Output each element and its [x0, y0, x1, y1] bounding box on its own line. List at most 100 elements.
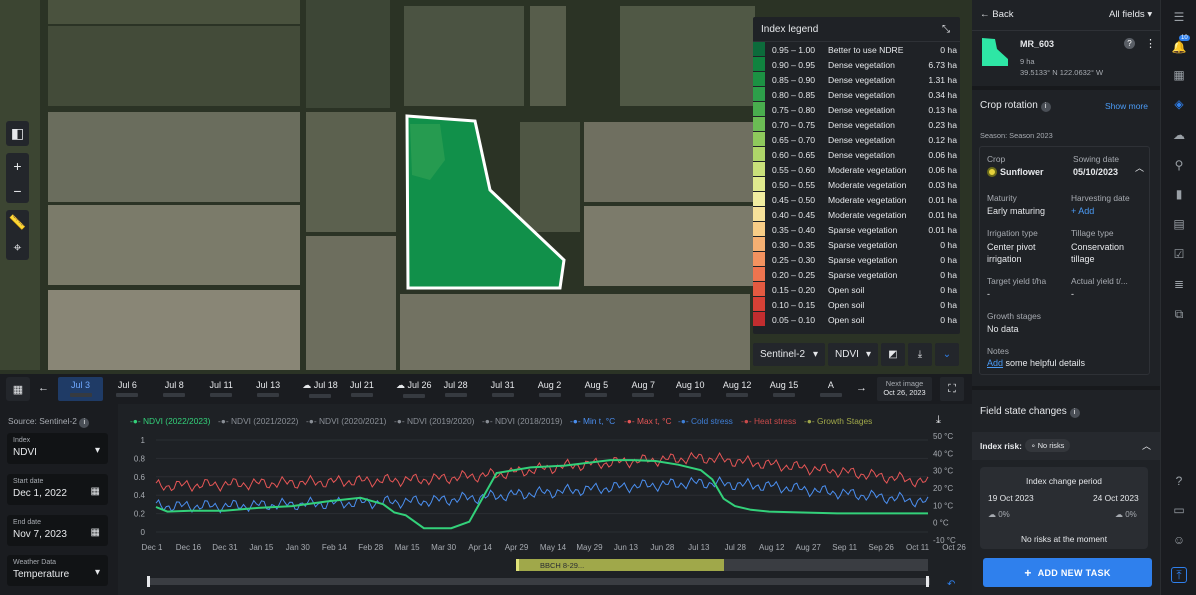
- index-risk-row[interactable]: Index risk: ∘ No risks ︿: [972, 432, 1160, 460]
- y-tick-label: 0.6: [134, 473, 146, 482]
- add-new-task-button[interactable]: + ADD NEW TASK: [983, 558, 1152, 587]
- legend-swatch: [753, 207, 765, 222]
- reset-icon[interactable]: ↶: [947, 579, 955, 590]
- timeline-date[interactable]: Aug 5: [574, 377, 619, 401]
- weather-data-field[interactable]: Weather Data Temperature ▾: [7, 555, 108, 586]
- timeline-date[interactable]: Jul 28: [433, 377, 478, 401]
- legend-row: 0.45 – 0.50 Moderate vegetation 0.01 ha: [753, 192, 960, 207]
- back-button[interactable]: ← Back: [980, 9, 1014, 20]
- timeline-date[interactable]: Jul 6: [105, 377, 150, 401]
- timeline-date[interactable]: Jul 8: [152, 377, 197, 401]
- split-view-icon[interactable]: ◧: [6, 121, 29, 146]
- legend-row: 0.95 – 1.00 Better to use NDRE 0 ha: [753, 42, 960, 57]
- legend-row: 0.55 – 0.60 Moderate vegetation 0.06 ha: [753, 162, 960, 177]
- add-harvest-date-link[interactable]: + Add: [1071, 206, 1094, 216]
- user-icon[interactable]: ☺: [1171, 533, 1187, 549]
- all-fields-dropdown[interactable]: All fields ▾: [1109, 9, 1152, 20]
- help-icon[interactable]: ?: [1124, 38, 1135, 49]
- layers-icon[interactable]: ◈: [1171, 97, 1187, 113]
- range-handle-right[interactable]: [926, 576, 929, 587]
- database-icon[interactable]: ≣: [1171, 277, 1187, 293]
- add-notes-link[interactable]: Add: [987, 358, 1003, 368]
- menu-icon[interactable]: ☰: [1171, 10, 1187, 26]
- download-icon[interactable]: ⤓: [908, 343, 932, 366]
- timeline-date[interactable]: Aug 15: [762, 377, 807, 401]
- index-select[interactable]: NDVI ▾: [828, 343, 878, 366]
- info-icon[interactable]: i: [1040, 102, 1051, 112]
- contrast-icon[interactable]: ◩: [881, 343, 905, 366]
- zoom-in-button[interactable]: +: [6, 153, 29, 178]
- timeline-date[interactable]: Jul 31: [480, 377, 525, 401]
- weather-icon[interactable]: ☁: [1171, 128, 1187, 144]
- x-tick-label: Feb 28: [358, 543, 383, 552]
- start-date-field[interactable]: Start date Dec 1, 2022 ▦: [7, 474, 108, 505]
- chart-settings-panel: Source: Sentinel-2 i Index NDVI ▾ Start da…: [0, 404, 118, 595]
- show-more-link[interactable]: Show more: [1105, 101, 1148, 111]
- notifications-icon[interactable]: 🔔 10: [1171, 35, 1190, 56]
- collapse-icon[interactable]: ⤡: [942, 24, 950, 35]
- calendar-icon: ▦: [90, 527, 100, 538]
- range-handle-left[interactable]: [147, 576, 150, 587]
- ruler-icon[interactable]: 📏: [6, 210, 29, 235]
- next-image-button[interactable]: Next image Oct 26, 2023: [877, 377, 932, 401]
- caret-down-icon: ▾: [94, 567, 100, 578]
- timeline-date[interactable]: Aug 12: [715, 377, 760, 401]
- table-icon[interactable]: ▤: [1171, 217, 1187, 233]
- calendar-icon[interactable]: ▦: [1171, 68, 1187, 84]
- zoom-out-button[interactable]: −: [6, 178, 29, 203]
- right-toolbar: ☰ 🔔 10 ▦ ◈ ☁ ⚲ ▮ ▤ ☑ ≣ ⧉ ? ▭ ☺ ⤒: [1160, 0, 1196, 595]
- field-details-panel: ← Back All fields ▾ MR_603 9 ha 39.5133°…: [972, 0, 1160, 595]
- chat-icon[interactable]: ▭: [1171, 503, 1187, 519]
- satellite-select[interactable]: Sentinel-2 ▾: [753, 343, 825, 366]
- info-icon[interactable]: i: [1069, 408, 1080, 418]
- timeline-date[interactable]: Jul 13: [246, 377, 291, 401]
- upload-icon[interactable]: ⤒: [1171, 567, 1187, 583]
- expand-chevron-icon[interactable]: ⌄: [935, 343, 959, 366]
- x-tick-label: Apr 29: [505, 543, 529, 552]
- x-tick-label: Aug 27: [796, 543, 822, 552]
- layer-compare-control[interactable]: ◧: [6, 121, 29, 146]
- y-tick-label: 1: [141, 436, 146, 445]
- arrow-left-icon[interactable]: ←: [38, 382, 49, 394]
- growth-stages-value: No data: [987, 324, 1019, 334]
- legend-row: 0.60 – 0.65 Dense vegetation 0.06 ha: [753, 147, 960, 162]
- y2-tick-label: 0 °C: [933, 519, 949, 528]
- legend-swatch: [753, 312, 765, 327]
- arrow-right-icon[interactable]: →: [856, 382, 867, 394]
- timeline-date[interactable]: Jul 11: [199, 377, 244, 401]
- index-change-card: Index change period 19 Oct 2023 24 Oct 2…: [980, 467, 1148, 549]
- range-slider-track[interactable]: [148, 578, 930, 585]
- timeline-date[interactable]: Aug 2: [527, 377, 572, 401]
- chevron-up-icon[interactable]: ︿: [1142, 439, 1151, 452]
- more-vertical-icon[interactable]: ⋮: [1145, 37, 1156, 50]
- timeline-date[interactable]: Jul 21: [339, 377, 384, 401]
- calendar-icon[interactable]: ▦: [6, 377, 30, 401]
- y-tick-label: 0.2: [134, 510, 146, 519]
- info-icon[interactable]: i: [79, 418, 90, 428]
- legend-swatch: [753, 177, 765, 192]
- location-icon[interactable]: ⚲: [1171, 158, 1187, 174]
- legend-row: 0.10 – 0.15 Open soil 0 ha: [753, 297, 960, 312]
- fullscreen-icon[interactable]: ⛶: [940, 377, 964, 401]
- timeline-date[interactable]: Aug 7: [621, 377, 666, 401]
- end-date-field[interactable]: End date Nov 7, 2023 ▦: [7, 515, 108, 546]
- field-shape-thumbnail: [982, 38, 1008, 66]
- legend-swatch: [753, 267, 765, 282]
- field-area: 9 ha: [1020, 57, 1035, 66]
- timeline-date[interactable]: Jul 3: [58, 377, 103, 401]
- legend-row: 0.25 – 0.30 Sparse vegetation 0 ha: [753, 252, 960, 267]
- legend-row: 0.05 – 0.10 Open soil 0 ha: [753, 312, 960, 327]
- index-select-field[interactable]: Index NDVI ▾: [7, 433, 108, 464]
- legend-row: 0.65 – 0.70 Dense vegetation 0.12 ha: [753, 132, 960, 147]
- locate-icon[interactable]: ⌖: [6, 235, 29, 260]
- network-icon[interactable]: ⧉: [1171, 307, 1187, 323]
- x-tick-label: Sep 11: [832, 543, 857, 552]
- satellite-map[interactable]: ◧ + − 📏 ⌖ Index legend ⤡ 0.95 – 1.00 Bette…: [0, 0, 972, 374]
- chevron-up-icon[interactable]: ︿: [1135, 161, 1144, 174]
- tasks-icon[interactable]: ☑: [1171, 247, 1187, 263]
- legend-row: 0.40 – 0.45 Moderate vegetation 0.01 ha: [753, 207, 960, 222]
- analytics-icon[interactable]: ▮: [1171, 187, 1187, 203]
- timeline-date[interactable]: A: [808, 377, 853, 401]
- help-icon[interactable]: ?: [1171, 474, 1187, 490]
- timeline-date[interactable]: Aug 10: [668, 377, 713, 401]
